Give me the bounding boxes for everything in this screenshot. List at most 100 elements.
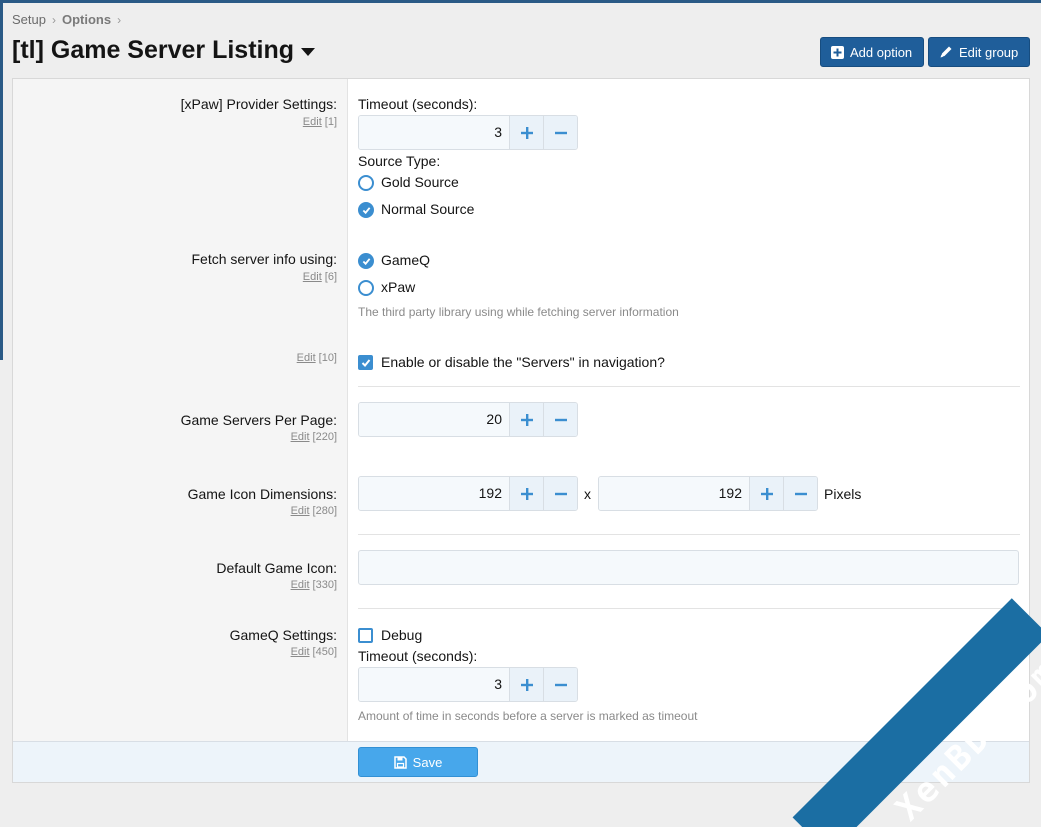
window-left-border xyxy=(0,0,3,360)
increment-button[interactable] xyxy=(509,116,543,149)
icon-height-stepper: 192 xyxy=(598,476,818,511)
radio-normal-source[interactable] xyxy=(358,202,374,218)
display-order: [10] xyxy=(318,352,337,364)
radio-gold-source[interactable] xyxy=(358,175,374,191)
edit-link[interactable]: Edit xyxy=(291,579,310,591)
gameq-timeout-hint: Amount of time in seconds before a serve… xyxy=(358,709,698,723)
xpaw-timeout-input[interactable]: 3 xyxy=(359,116,509,149)
save-label: Save xyxy=(412,754,443,770)
plus-icon xyxy=(520,487,533,500)
source-type-label: Source Type: xyxy=(358,153,441,169)
check-icon xyxy=(361,358,370,367)
minus-icon xyxy=(554,492,567,495)
decrement-button[interactable] xyxy=(543,477,577,510)
dimension-separator: x xyxy=(584,486,591,502)
xpaw-timeout-label: Timeout (seconds): xyxy=(358,96,478,112)
decrement-button[interactable] xyxy=(783,477,817,510)
pencil-icon xyxy=(940,46,952,58)
icon-height-input[interactable]: 192 xyxy=(599,477,749,510)
breadcrumb-options[interactable]: Options xyxy=(62,12,111,27)
edit-link[interactable]: Edit xyxy=(291,431,310,443)
navigation-checkbox[interactable] xyxy=(358,355,373,370)
xpaw-option-label: xPaw xyxy=(381,279,416,295)
decrement-button[interactable] xyxy=(543,403,577,436)
plus-square-icon xyxy=(831,45,844,59)
debug-label: Debug xyxy=(381,627,423,643)
window-top-border xyxy=(0,0,1041,3)
icon-dimensions-edit-link: Edit [280] xyxy=(291,505,337,517)
divider xyxy=(358,534,1020,535)
radio-gameq[interactable] xyxy=(358,253,374,269)
breadcrumb-chevron-icon: › xyxy=(117,12,122,27)
increment-button[interactable] xyxy=(509,403,543,436)
default-icon-label: Default Game Icon: xyxy=(216,560,337,576)
divider xyxy=(358,608,1020,609)
per-page-edit-link: Edit [220] xyxy=(291,431,337,443)
icon-width-stepper: 192 xyxy=(358,476,578,511)
add-option-label: Add option xyxy=(850,44,913,60)
increment-button[interactable] xyxy=(749,477,783,510)
display-order: [6] xyxy=(324,271,337,283)
decrement-button[interactable] xyxy=(543,668,577,701)
minus-icon xyxy=(554,683,567,686)
plus-icon xyxy=(760,487,773,500)
navigation-edit-link: Edit [10] xyxy=(297,352,337,364)
gameq-timeout-label: Timeout (seconds): xyxy=(358,648,478,664)
edit-link[interactable]: Edit xyxy=(291,646,310,658)
options-panel: [xPaw] Provider Settings: Edit [1] Timeou… xyxy=(12,78,1030,783)
display-order: [1] xyxy=(324,116,337,128)
xpaw-edit-link: Edit [1] xyxy=(303,116,337,128)
display-order: [450] xyxy=(312,646,337,658)
normal-source-label: Normal Source xyxy=(381,201,475,217)
gameq-option-label: GameQ xyxy=(381,252,431,268)
add-option-button[interactable]: Add option xyxy=(820,37,924,67)
page-title-text: [tl] Game Server Listing xyxy=(12,36,295,64)
page-title[interactable]: [tl] Game Server Listing xyxy=(12,36,316,65)
radio-xpaw[interactable] xyxy=(358,280,374,296)
minus-icon xyxy=(794,492,807,495)
floppy-disk-icon xyxy=(393,755,407,769)
fetch-hint: The third party library using while fetc… xyxy=(358,305,679,319)
default-icon-input[interactable] xyxy=(358,550,1019,585)
minus-icon xyxy=(554,131,567,134)
display-order: [220] xyxy=(312,431,337,443)
edit-link[interactable]: Edit xyxy=(297,352,316,364)
per-page-stepper: 20 xyxy=(358,402,578,437)
navigation-checkbox-label: Enable or disable the "Servers" in navig… xyxy=(381,354,665,370)
icon-width-input[interactable]: 192 xyxy=(359,477,509,510)
per-page-input[interactable]: 20 xyxy=(359,403,509,436)
xpaw-settings-label: [xPaw] Provider Settings: xyxy=(180,96,337,112)
caret-down-icon[interactable] xyxy=(301,48,316,56)
fetch-server-label: Fetch server info using: xyxy=(191,251,337,267)
display-order: [280] xyxy=(312,505,337,517)
gold-source-label: Gold Source xyxy=(381,174,459,190)
increment-button[interactable] xyxy=(509,477,543,510)
debug-checkbox[interactable] xyxy=(358,628,373,643)
check-icon xyxy=(362,257,370,265)
plus-icon xyxy=(520,678,533,691)
edit-group-button[interactable]: Edit group xyxy=(928,37,1030,67)
default-icon-edit-link: Edit [330] xyxy=(291,579,337,591)
plus-icon xyxy=(520,126,533,139)
check-icon xyxy=(362,206,370,214)
edit-link[interactable]: Edit xyxy=(303,271,322,283)
edit-group-label: Edit group xyxy=(959,44,1019,60)
breadcrumb: Setup › Options › xyxy=(12,12,127,27)
gameq-timeout-stepper: 3 xyxy=(358,667,578,702)
per-page-label: Game Servers Per Page: xyxy=(180,412,337,428)
minus-icon xyxy=(554,418,567,421)
gameq-timeout-input[interactable]: 3 xyxy=(359,668,509,701)
gameq-settings-label: GameQ Settings: xyxy=(229,627,337,643)
display-order: [330] xyxy=(312,579,337,591)
edit-link[interactable]: Edit xyxy=(303,116,322,128)
save-button[interactable]: Save xyxy=(358,747,478,777)
decrement-button[interactable] xyxy=(543,116,577,149)
increment-button[interactable] xyxy=(509,668,543,701)
breadcrumb-chevron-icon: › xyxy=(51,12,56,27)
breadcrumb-setup[interactable]: Setup xyxy=(12,12,46,27)
edit-link[interactable]: Edit xyxy=(291,505,310,517)
icon-dimensions-label: Game Icon Dimensions: xyxy=(187,486,337,502)
dimension-unit: Pixels xyxy=(824,486,862,502)
fetch-edit-link: Edit [6] xyxy=(303,271,337,283)
xpaw-timeout-stepper: 3 xyxy=(358,115,578,150)
